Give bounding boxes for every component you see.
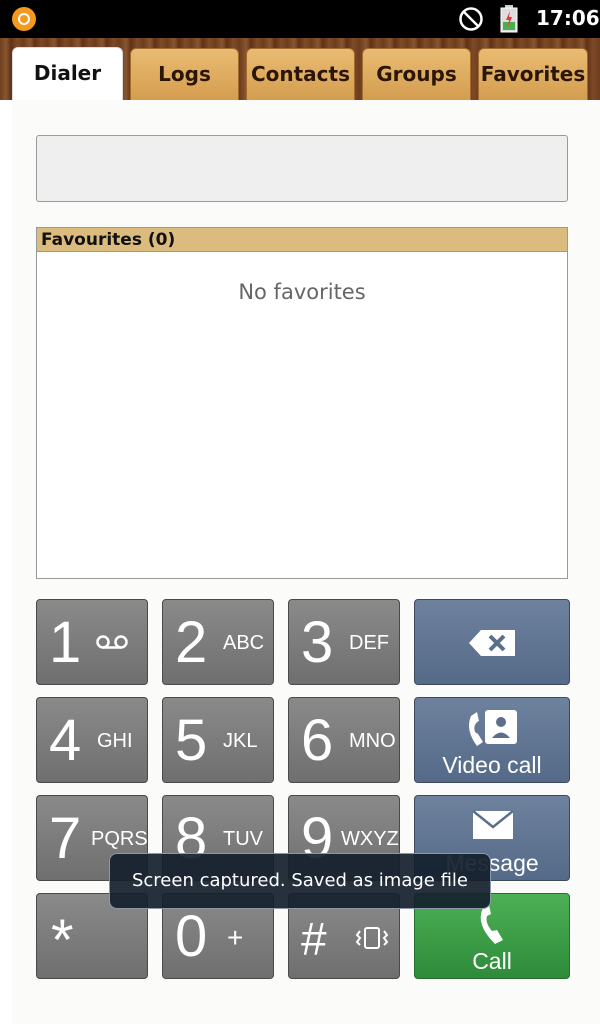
favorites-header: Favourites (0) xyxy=(37,228,567,252)
key-6[interactable]: 6 MNO xyxy=(288,697,400,783)
key-digit: 0 xyxy=(175,904,208,969)
clock: 17:06 xyxy=(536,6,600,30)
toast-message: Screen captured. Saved as image file xyxy=(109,853,491,909)
envelope-icon xyxy=(472,810,514,839)
backspace-icon xyxy=(469,630,515,656)
backspace-button[interactable] xyxy=(414,599,570,685)
key-letters: WXYZ xyxy=(341,828,399,850)
app-notification-icon xyxy=(12,7,36,31)
key-digit: 7 xyxy=(49,806,82,871)
tab-bar: Dialer Logs Contacts Groups Favorites xyxy=(0,38,600,103)
phone-number-input[interactable] xyxy=(36,135,568,202)
key-digit: 6 xyxy=(301,708,334,773)
tab-contacts[interactable]: Contacts xyxy=(246,48,355,100)
key-digit: 2 xyxy=(175,610,208,675)
tab-logs[interactable]: Logs xyxy=(130,48,239,100)
key-letters: MNO xyxy=(349,730,396,752)
key-letters: ABC xyxy=(223,632,265,654)
key-2[interactable]: 2 ABC xyxy=(162,599,274,685)
key-1[interactable]: 1 xyxy=(36,599,148,685)
key-3[interactable]: 3 DEF xyxy=(288,599,400,685)
favorites-list: Favourites (0) No favorites xyxy=(36,227,568,579)
battery-charging-icon xyxy=(500,5,518,33)
voicemail-icon xyxy=(96,635,128,649)
key-digit: 1 xyxy=(49,610,82,675)
tab-dialer[interactable]: Dialer xyxy=(12,47,123,103)
video-call-icon xyxy=(469,710,517,746)
key-digit: 5 xyxy=(175,708,208,773)
video-call-label: Video call xyxy=(442,752,542,778)
call-label: Call xyxy=(472,948,512,974)
favorites-empty-text: No favorites xyxy=(238,280,366,304)
key-4[interactable]: 4 GHI xyxy=(36,697,148,783)
key-digit: * xyxy=(51,908,74,973)
key-digit: 4 xyxy=(49,708,82,773)
phone-icon xyxy=(480,905,503,944)
key-letters: PQRS xyxy=(91,828,148,850)
key-5[interactable]: 5 JKL xyxy=(162,697,274,783)
key-letters: GHI xyxy=(97,730,133,752)
key-letters: DEF xyxy=(349,632,389,654)
key-letters: JKL xyxy=(223,730,258,752)
status-bar: 17:06 xyxy=(0,0,600,38)
video-call-button[interactable]: Video call xyxy=(414,697,570,783)
key-digit: # xyxy=(301,913,327,965)
tab-groups[interactable]: Groups xyxy=(362,48,471,100)
vibrate-icon xyxy=(355,927,389,949)
tab-favorites[interactable]: Favorites xyxy=(478,48,588,100)
key-letters: + xyxy=(227,922,244,953)
key-letters: TUV xyxy=(223,828,263,850)
no-signal-icon xyxy=(459,7,483,31)
key-digit: 3 xyxy=(301,610,334,675)
